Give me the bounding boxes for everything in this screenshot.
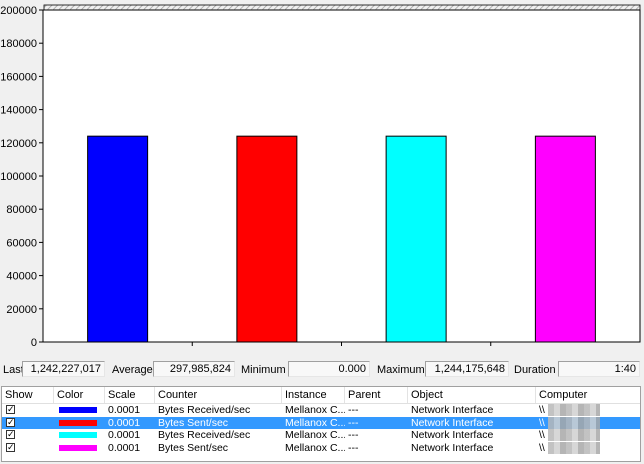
y-tick-label: 60000 xyxy=(6,237,37,249)
bar xyxy=(385,135,447,343)
y-tick-label: 100000 xyxy=(0,171,37,183)
header-parent[interactable]: Parent xyxy=(345,387,408,403)
object-cell: Network Interface xyxy=(411,429,494,441)
legend-row[interactable]: ✓ 0.0001 Bytes Received/sec Mellanox C... --… xyxy=(2,429,640,442)
y-tick-label: 0 xyxy=(31,337,37,349)
object-cell: Network Interface xyxy=(411,404,494,416)
y-tick-label: 40000 xyxy=(6,271,37,283)
color-swatch[interactable] xyxy=(59,432,97,438)
counter-cell: Bytes Sent/sec xyxy=(158,441,229,454)
histogram-chart: 0 20000 40000 60000 80000 100000 120000 140000 1… xyxy=(0,0,644,357)
checkbox-checked-icon[interactable]: ✓ xyxy=(6,442,15,452)
last-value: 1,242,227,017 xyxy=(22,361,105,377)
object-cell: Network Interface xyxy=(411,441,494,454)
header-object[interactable]: Object xyxy=(408,387,536,403)
checkbox-checked-icon[interactable]: ✓ xyxy=(6,417,15,427)
counter-cell: Bytes Sent/sec xyxy=(158,416,229,429)
redacted-computer-name xyxy=(548,441,600,454)
upper-limit-hatch xyxy=(43,4,641,11)
scale-cell: 0.0001 xyxy=(108,416,141,429)
parent-cell: --- xyxy=(348,416,359,429)
redacted-computer-name xyxy=(548,429,600,441)
parent-cell: --- xyxy=(348,429,359,441)
checkbox-checked-icon[interactable]: ✓ xyxy=(6,405,15,414)
bar xyxy=(87,135,149,343)
bar xyxy=(236,135,298,343)
redacted-computer-name xyxy=(548,404,600,416)
header-counter[interactable]: Counter xyxy=(155,387,282,403)
y-tick-label: 20000 xyxy=(6,304,37,316)
bar xyxy=(534,135,596,343)
duration-value: 1:40 xyxy=(558,361,640,377)
y-tick-label: 80000 xyxy=(6,204,37,216)
color-swatch[interactable] xyxy=(59,444,97,451)
y-tick-label: 140000 xyxy=(0,105,37,117)
checkbox-checked-icon[interactable]: ✓ xyxy=(6,430,15,439)
color-swatch[interactable] xyxy=(59,407,97,413)
average-value: 297,985,824 xyxy=(153,361,235,377)
y-tick-label: 120000 xyxy=(0,138,37,150)
legend-row[interactable]: ✓ 0.0001 Bytes Sent/sec Mellanox C... --- Net… xyxy=(2,416,640,429)
legend-rows: ✓ 0.0001 Bytes Received/sec Mellanox C... --… xyxy=(2,404,640,454)
counter-legend-table[interactable]: Show Color Scale Counter Instance Parent… xyxy=(1,386,641,462)
maximum-value: 1,244,175,648 xyxy=(425,361,509,377)
header-color[interactable]: Color xyxy=(54,387,105,403)
y-tick-label: 200000 xyxy=(0,5,37,17)
scale-cell: 0.0001 xyxy=(108,404,141,416)
legend-row[interactable]: ✓ 0.0001 Bytes Sent/sec Mellanox C... --- Net… xyxy=(2,441,640,455)
parent-cell: --- xyxy=(348,404,359,416)
scale-cell: 0.0001 xyxy=(108,441,141,454)
y-tick-label: 160000 xyxy=(0,71,37,83)
minimum-value: 0.000 xyxy=(288,361,370,377)
last-label: Last xyxy=(3,364,24,376)
object-cell: Network Interface xyxy=(411,416,494,429)
header-scale[interactable]: Scale xyxy=(105,387,155,403)
counter-cell: Bytes Received/sec xyxy=(158,404,251,416)
instance-cell: Mellanox C... xyxy=(285,404,345,416)
redacted-computer-name xyxy=(548,416,600,429)
statistics-bar: Last 1,242,227,017 Average 297,985,824 M… xyxy=(0,360,644,380)
scale-cell: 0.0001 xyxy=(108,429,141,441)
legend-header-row: Show Color Scale Counter Instance Parent… xyxy=(2,387,640,404)
counter-cell: Bytes Received/sec xyxy=(158,429,251,441)
duration-label: Duration xyxy=(514,364,556,376)
header-computer[interactable]: Computer xyxy=(536,387,640,403)
maximum-label: Maximum xyxy=(377,364,425,376)
color-swatch[interactable] xyxy=(59,419,97,426)
instance-cell: Mellanox C... xyxy=(285,429,345,441)
y-tick-label: 180000 xyxy=(0,38,37,50)
instance-cell: Mellanox C... xyxy=(285,441,345,454)
parent-cell: --- xyxy=(348,441,359,454)
instance-cell: Mellanox C... xyxy=(285,416,345,429)
minimum-label: Minimum xyxy=(241,364,286,376)
legend-row[interactable]: ✓ 0.0001 Bytes Received/sec Mellanox C... --… xyxy=(2,404,640,417)
average-label: Average xyxy=(112,364,153,376)
chart-svg: 0 20000 40000 60000 80000 100000 120000 140000 1… xyxy=(0,4,641,349)
header-show[interactable]: Show xyxy=(2,387,54,403)
header-instance[interactable]: Instance xyxy=(282,387,345,403)
